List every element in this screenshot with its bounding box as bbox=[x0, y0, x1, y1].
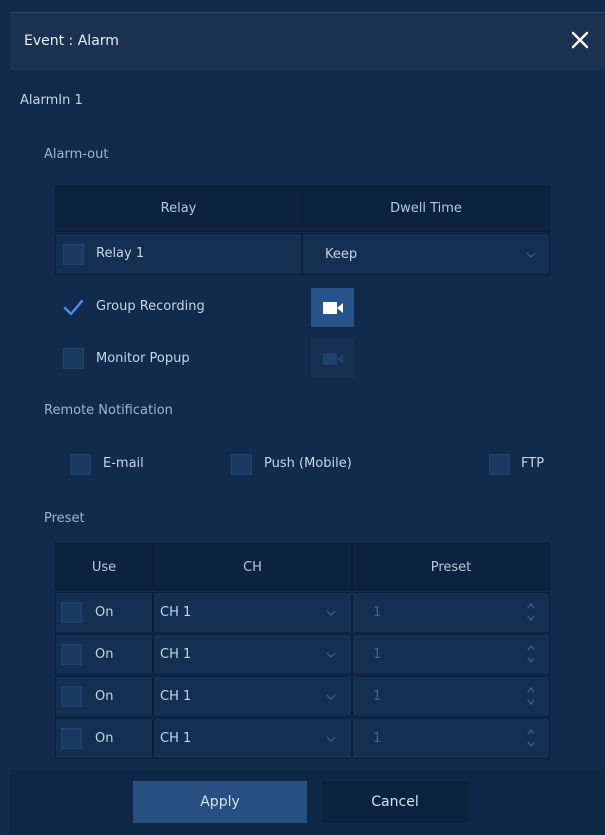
preset-use-label: On bbox=[95, 731, 114, 746]
group-recording-checkbox[interactable] bbox=[63, 297, 84, 318]
push-mobile-label: Push (Mobile) bbox=[264, 456, 352, 471]
preset-ch-value: CH 1 bbox=[160, 647, 192, 662]
push-mobile-checkbox[interactable] bbox=[231, 454, 252, 475]
preset-value: 1 bbox=[373, 689, 382, 704]
chevron-down-icon bbox=[326, 610, 336, 616]
monitor-popup-checkbox[interactable] bbox=[63, 348, 84, 369]
preset-use-checkbox[interactable] bbox=[61, 602, 82, 623]
preset-value: 1 bbox=[373, 647, 382, 662]
email-checkbox[interactable] bbox=[70, 454, 91, 475]
chevron-down-icon bbox=[326, 652, 336, 658]
alarm-in-label: AlarmIn 1 bbox=[20, 93, 83, 108]
apply-button[interactable]: Apply bbox=[133, 781, 307, 823]
preset-value-stepper[interactable]: 1 bbox=[352, 676, 550, 717]
ftp-checkbox[interactable] bbox=[489, 454, 510, 475]
preset-use-label: On bbox=[95, 605, 114, 620]
close-icon bbox=[571, 31, 589, 49]
relay-1-label: Relay 1 bbox=[96, 246, 145, 261]
preset-value-stepper[interactable]: 1 bbox=[352, 718, 550, 759]
preset-ch-select[interactable]: CH 1 bbox=[153, 718, 352, 759]
title-bar: Event : Alarm bbox=[10, 12, 605, 70]
relay-1-checkbox[interactable] bbox=[63, 244, 84, 265]
dialog-footer bbox=[10, 770, 605, 835]
preset-value: 1 bbox=[373, 731, 382, 746]
preset-use-checkbox[interactable] bbox=[61, 686, 82, 707]
preset-use-label: On bbox=[95, 647, 114, 662]
ch-header-label: CH bbox=[243, 559, 262, 575]
stepper-arrows-icon[interactable] bbox=[526, 684, 536, 708]
preset-ch-value: CH 1 bbox=[160, 731, 192, 746]
group-recording-camera-button[interactable] bbox=[311, 288, 354, 327]
remote-notification-section-label: Remote Notification bbox=[44, 403, 173, 418]
relay-row bbox=[55, 233, 302, 275]
preset-use-checkbox[interactable] bbox=[61, 644, 82, 665]
chevron-down-icon bbox=[326, 736, 336, 742]
dialog-title: Event : Alarm bbox=[24, 33, 119, 49]
preset-ch-select[interactable]: CH 1 bbox=[153, 592, 352, 633]
chevron-down-icon bbox=[326, 694, 336, 700]
preset-ch-select[interactable]: CH 1 bbox=[153, 676, 352, 717]
alarm-out-section-label: Alarm-out bbox=[44, 147, 109, 162]
relay-column-header: Relay bbox=[55, 185, 302, 232]
monitor-popup-label: Monitor Popup bbox=[96, 351, 190, 366]
preset-use-label: On bbox=[95, 689, 114, 704]
use-header-label: Use bbox=[91, 559, 117, 575]
relay-header-label: Relay bbox=[160, 201, 197, 216]
dwell-time-value: Keep bbox=[325, 246, 358, 262]
stepper-arrows-icon[interactable] bbox=[526, 726, 536, 750]
checkmark-icon bbox=[63, 299, 84, 316]
dwell-time-column-header: Dwell Time bbox=[302, 185, 550, 232]
event-alarm-dialog: Event : Alarm AlarmIn 1 Alarm-out Relay … bbox=[0, 0, 605, 835]
cancel-button-label: Cancel bbox=[371, 794, 419, 810]
dwell-time-select[interactable]: Keep bbox=[302, 233, 550, 275]
preset-ch-select[interactable]: CH 1 bbox=[153, 634, 352, 675]
preset-ch-value: CH 1 bbox=[160, 605, 192, 620]
camera-icon bbox=[322, 301, 343, 314]
use-column-header: Use bbox=[55, 543, 153, 591]
preset-column-header: Preset bbox=[352, 543, 550, 591]
close-button[interactable] bbox=[567, 27, 593, 53]
preset-value: 1 bbox=[373, 605, 382, 620]
preset-header-label: Preset bbox=[430, 559, 472, 575]
chevron-down-icon bbox=[526, 252, 536, 258]
camera-icon bbox=[322, 352, 343, 365]
group-recording-label: Group Recording bbox=[96, 299, 205, 314]
preset-value-stepper[interactable]: 1 bbox=[352, 634, 550, 675]
cancel-button[interactable]: Cancel bbox=[322, 781, 468, 823]
stepper-arrows-icon[interactable] bbox=[526, 600, 536, 624]
ftp-label: FTP bbox=[521, 456, 545, 471]
preset-value-stepper[interactable]: 1 bbox=[352, 592, 550, 633]
monitor-popup-camera-button[interactable] bbox=[311, 339, 354, 378]
dwell-time-header-label: Dwell Time bbox=[390, 201, 462, 216]
ch-column-header: CH bbox=[153, 543, 352, 591]
preset-ch-value: CH 1 bbox=[160, 689, 192, 704]
preset-section-label: Preset bbox=[44, 511, 85, 526]
apply-button-label: Apply bbox=[200, 794, 240, 810]
email-label: E-mail bbox=[103, 456, 144, 471]
stepper-arrows-icon[interactable] bbox=[526, 642, 536, 666]
preset-use-checkbox[interactable] bbox=[61, 728, 82, 749]
